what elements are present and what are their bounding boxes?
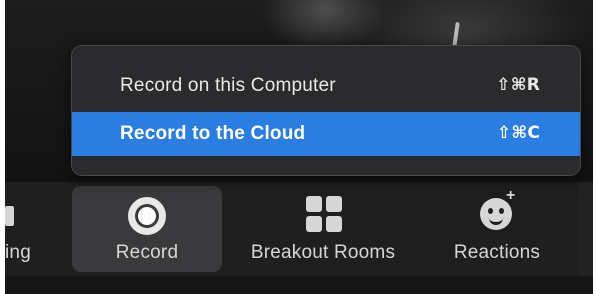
toolbar-label-partial: ing [5,242,31,263]
grid-icon [306,196,342,232]
record-label: Record [115,242,179,263]
breakout-rooms-button[interactable]: Breakout Rooms [237,186,409,272]
breakout-rooms-label: Breakout Rooms [250,242,396,263]
partial-icon [5,206,14,226]
menu-item-shortcut: ⇧⌘R [496,75,540,95]
menu-item-label: Record to the Cloud [120,123,306,144]
reactions-button[interactable]: + Reactions [442,186,552,272]
record-menu: Record on this Computer ⇧⌘R Record to th… [71,45,581,176]
reactions-label: Reactions [453,242,541,263]
record-icon [128,197,166,235]
meeting-window: ing Record Breakout Rooms + Reactions Re… [5,0,593,294]
menu-item-shortcut: ⇧⌘C [496,123,540,143]
menu-item-record-to-cloud[interactable]: Record to the Cloud ⇧⌘C [72,112,580,156]
toolbar-edge [579,182,593,276]
toolbar-button-partial[interactable]: ing [5,186,45,272]
record-button[interactable]: Record [72,186,222,272]
bottom-strip [5,276,593,294]
menu-item-label: Record on this Computer [120,75,336,96]
plus-badge: + [506,187,516,204]
menu-item-record-on-computer[interactable]: Record on this Computer ⇧⌘R [72,64,580,108]
